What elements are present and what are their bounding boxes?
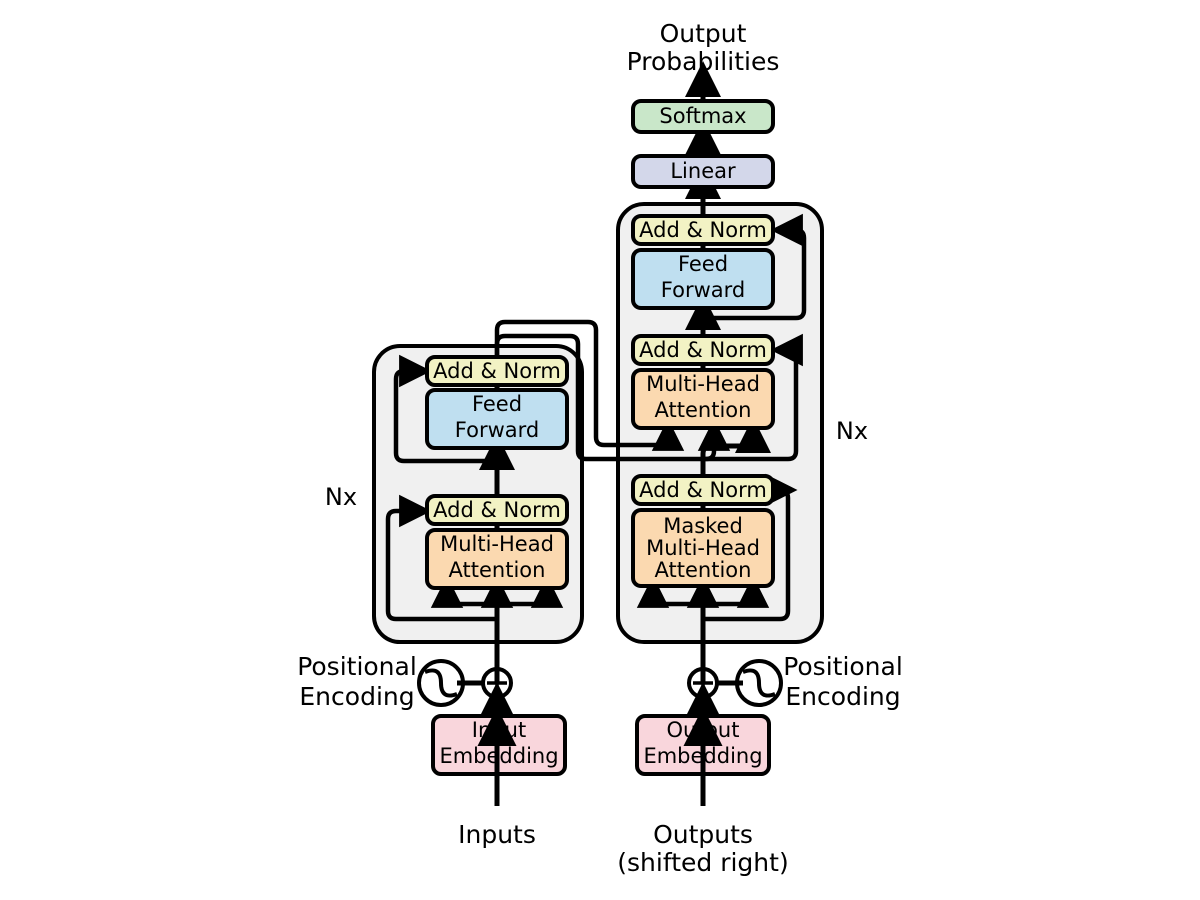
decoder-masked-label-line3: Attention bbox=[655, 558, 752, 582]
decoder-multi-head-attention-label-line1: Multi-Head bbox=[646, 372, 760, 396]
linear-label: Linear bbox=[670, 159, 736, 183]
decoder-masked-label-line1: Masked bbox=[663, 514, 743, 538]
left-sine-wave-path bbox=[424, 668, 458, 698]
outputs-label-line2: (shifted right) bbox=[617, 848, 788, 877]
inputs-label: Inputs bbox=[458, 820, 536, 849]
transformer-architecture-diagram: Softmax Linear Output Probabilities Add … bbox=[0, 0, 1200, 900]
output-probabilities-label-line1: Output bbox=[660, 19, 747, 48]
right-sine-wave-path bbox=[742, 668, 776, 698]
encoder-repeat-label: Nx bbox=[325, 483, 357, 511]
decoder-feed-forward-label-line1: Feed bbox=[678, 252, 728, 276]
left-positional-encoding-label-line1: Positional bbox=[297, 652, 417, 681]
decoder-add-norm-2-label: Add & Norm bbox=[639, 338, 767, 362]
right-positional-encoding-label-line2: Encoding bbox=[785, 682, 900, 711]
encoder-add-norm-2-label: Add & Norm bbox=[433, 359, 561, 383]
architecture-svg: Softmax Linear Output Probabilities Add … bbox=[297, 19, 903, 877]
decoder-add-norm-3-label: Add & Norm bbox=[639, 218, 767, 242]
encoder-add-norm-1-label: Add & Norm bbox=[433, 498, 561, 522]
softmax-label: Softmax bbox=[659, 104, 746, 128]
encoder-feed-forward-label-line2: Forward bbox=[455, 418, 539, 442]
decoder-feed-forward-label-line2: Forward bbox=[661, 278, 745, 302]
right-positional-encoding-label-line1: Positional bbox=[783, 652, 903, 681]
decoder-repeat-label: Nx bbox=[836, 417, 868, 445]
encoder-multi-head-attention-label-line1: Multi-Head bbox=[440, 532, 554, 556]
encoder-feed-forward-label-line1: Feed bbox=[472, 392, 522, 416]
decoder-multi-head-attention-label-line2: Attention bbox=[655, 398, 752, 422]
left-positional-encoding-label-line2: Encoding bbox=[299, 682, 414, 711]
output-probabilities-label-line2: Probabilities bbox=[627, 47, 780, 76]
decoder-masked-label-line2: Multi-Head bbox=[646, 536, 760, 560]
decoder-add-norm-1-label: Add & Norm bbox=[639, 478, 767, 502]
encoder-multi-head-attention-label-line2: Attention bbox=[449, 558, 546, 582]
outputs-label-line1: Outputs bbox=[653, 820, 753, 849]
